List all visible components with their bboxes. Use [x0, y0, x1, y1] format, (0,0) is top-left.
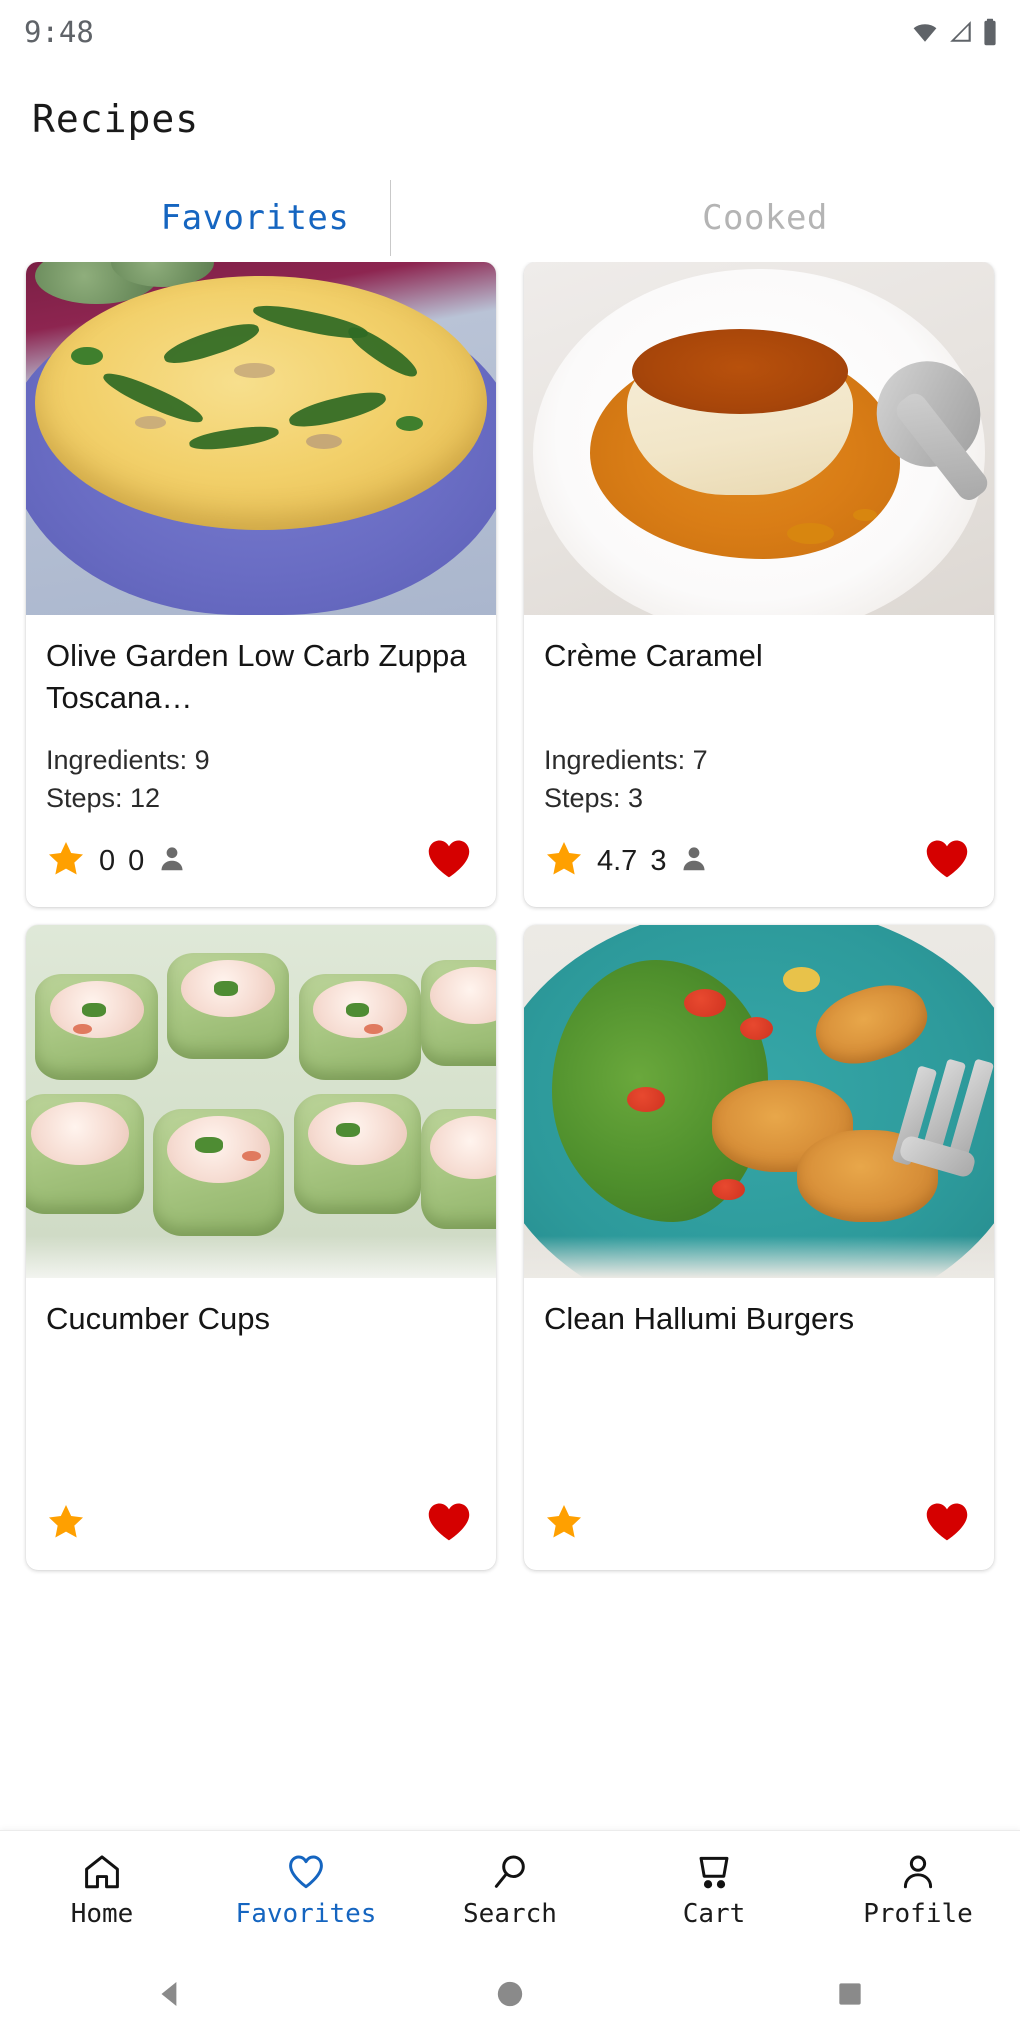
- person-icon: [157, 844, 187, 879]
- recipe-title: Clean Hallumi Burgers: [544, 1301, 855, 1336]
- star-icon: [544, 1502, 584, 1547]
- recipe-image-creme-caramel-on-plate: [524, 262, 994, 615]
- review-count: 0: [128, 845, 145, 877]
- recipe-card-footer: 4.7 3: [544, 838, 974, 907]
- recipe-ingredients: Ingredients: 9: [46, 745, 210, 775]
- recipe-card-body: Cucumber Cups: [26, 1278, 496, 1570]
- favorite-heart-icon[interactable]: [924, 1501, 970, 1548]
- cellular-signal-icon: [947, 19, 975, 45]
- nav-item-profile[interactable]: Profile: [816, 1851, 1020, 1929]
- nav-item-cart[interactable]: Cart: [612, 1851, 816, 1929]
- nav-label-cart: Cart: [682, 1898, 746, 1929]
- nav-label-search: Search: [463, 1898, 557, 1929]
- recipe-ingredients: Ingredients: 7: [544, 745, 708, 775]
- favorite-heart-icon[interactable]: [426, 1501, 472, 1548]
- recipe-steps: Steps: 3: [544, 783, 644, 814]
- page-title: Recipes: [32, 97, 200, 141]
- favorite-heart-icon[interactable]: [924, 838, 970, 885]
- tab-divider: [390, 180, 391, 256]
- recipe-title: Olive Garden Low Carb Zuppa Toscana…: [46, 638, 467, 715]
- recipe-title: Cucumber Cups: [46, 1301, 270, 1336]
- recipe-card[interactable]: Crème Caramel Ingredients: 7 Steps: 3 4.…: [524, 262, 994, 907]
- wifi-icon: [910, 19, 940, 45]
- status-bar: 9:48: [0, 0, 1020, 64]
- home-circle-icon[interactable]: [450, 1964, 570, 2024]
- rating-value: 0: [99, 845, 116, 877]
- rating-value: 4.7: [597, 845, 638, 877]
- tab-cooked[interactable]: Cooked: [510, 174, 1020, 262]
- recipe-card-body: Olive Garden Low Carb Zuppa Toscana… Ing…: [26, 615, 496, 907]
- star-icon: [544, 839, 584, 884]
- nav-item-search[interactable]: Search: [408, 1851, 612, 1929]
- nav-label-home: Home: [70, 1898, 134, 1929]
- rating-group: 0 0: [46, 839, 187, 884]
- recipe-card-body: Crème Caramel Ingredients: 7 Steps: 3 4.…: [524, 615, 994, 907]
- recipe-card-footer: [544, 1501, 974, 1570]
- nav-label-profile: Profile: [863, 1898, 973, 1929]
- app-bar: Recipes: [0, 64, 1020, 174]
- tab-bar: Favorites Cooked: [0, 174, 1020, 262]
- rating-group: [46, 1502, 112, 1547]
- rating-group: [544, 1502, 610, 1547]
- recipe-card[interactable]: Olive Garden Low Carb Zuppa Toscana… Ing…: [26, 262, 496, 907]
- recipe-card-body: Clean Hallumi Burgers: [524, 1278, 994, 1570]
- home-icon: [81, 1851, 123, 1893]
- recipe-title: Crème Caramel: [544, 638, 763, 673]
- review-count: 3: [650, 845, 667, 877]
- recents-square-icon[interactable]: [790, 1964, 910, 2024]
- tab-favorites[interactable]: Favorites: [0, 174, 510, 262]
- search-icon: [489, 1851, 531, 1893]
- nav-item-favorites[interactable]: Favorites: [204, 1851, 408, 1929]
- star-icon: [46, 839, 86, 884]
- heart-outline-icon: [285, 1851, 327, 1893]
- recipe-card-footer: [46, 1501, 476, 1570]
- recipe-card[interactable]: Cucumber Cups: [26, 925, 496, 1570]
- nav-label-favorites: Favorites: [235, 1898, 377, 1929]
- recipe-image-cucumber-cups: [26, 925, 496, 1278]
- recipe-card[interactable]: Clean Hallumi Burgers: [524, 925, 994, 1570]
- recipe-image-soup-in-blue-pot: [26, 262, 496, 615]
- cart-icon: [693, 1851, 735, 1893]
- recipe-meta: Ingredients: 7 Steps: 3: [544, 741, 974, 818]
- favorite-heart-icon[interactable]: [426, 838, 472, 885]
- battery-icon: [982, 18, 998, 46]
- star-icon: [46, 1502, 86, 1547]
- bottom-navigation: Home Favorites Search Cart Profile: [0, 1830, 1020, 1948]
- recipe-steps: Steps: 12: [46, 783, 161, 814]
- recipe-image-halloumi-burgers-on-teal-plate: [524, 925, 994, 1278]
- status-icons: [910, 18, 998, 46]
- recipe-card-footer: 0 0: [46, 838, 476, 907]
- nav-item-home[interactable]: Home: [0, 1851, 204, 1929]
- recipe-meta: Ingredients: 9 Steps: 12: [46, 741, 476, 818]
- rating-group: 4.7 3: [544, 839, 709, 884]
- person-outline-icon: [897, 1851, 939, 1893]
- system-navigation-bar: [0, 1948, 1020, 2040]
- status-time: 9:48: [24, 15, 94, 49]
- recipe-grid: Olive Garden Low Carb Zuppa Toscana… Ing…: [0, 262, 1020, 1870]
- person-icon: [679, 844, 709, 879]
- back-triangle-icon[interactable]: [110, 1964, 230, 2024]
